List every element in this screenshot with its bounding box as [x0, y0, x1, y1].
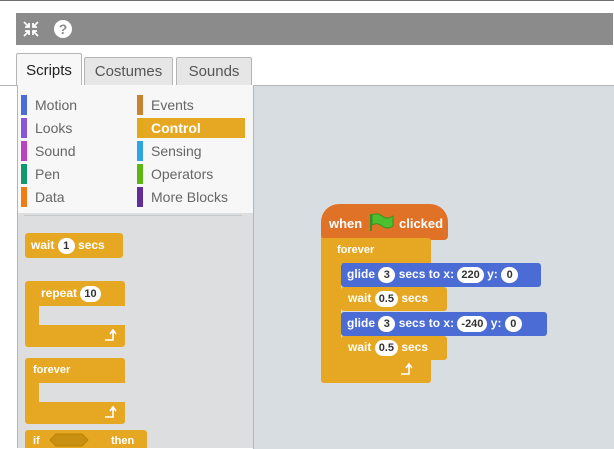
tab-label: Sounds	[188, 63, 240, 80]
repeat-block[interactable]: repeat 10	[25, 281, 125, 347]
block-label: forever	[33, 364, 71, 376]
block-label: wait	[31, 238, 55, 252]
wait-block[interactable]: wait 1 secs	[25, 233, 123, 258]
category-sound[interactable]: Sound	[21, 141, 121, 161]
block-label: y:	[487, 267, 498, 281]
forever-block[interactable]: forever	[321, 238, 431, 264]
condition-slot[interactable]	[49, 433, 89, 448]
block-label: when	[329, 216, 363, 231]
glide-seconds-input[interactable]: 3	[378, 267, 396, 283]
help-icon[interactable]: ?	[52, 18, 74, 40]
category-sensing[interactable]: Sensing	[137, 141, 247, 161]
glide-seconds-input[interactable]: 3	[378, 316, 396, 332]
category-label: Sound	[35, 143, 76, 159]
wait-block[interactable]: wait 0.5 secs	[341, 336, 447, 360]
block-arm	[25, 305, 39, 327]
glide-x-input[interactable]: 220	[457, 267, 484, 283]
category-color	[21, 95, 27, 115]
svg-text:?: ?	[59, 21, 68, 37]
block-label: then	[111, 435, 135, 447]
wait-block[interactable]: wait 0.5 secs	[341, 287, 447, 311]
block-label: glide	[347, 316, 376, 330]
category-events[interactable]: Events	[137, 95, 247, 115]
category-list: Motion Looks Sound Pen Data Events Contr…	[18, 85, 254, 213]
category-label: Looks	[35, 120, 73, 136]
green-flag-icon	[369, 212, 395, 235]
block-label: wait	[348, 291, 372, 305]
tabs-row: Scripts Costumes Sounds	[16, 45, 613, 86]
category-label: Pen	[35, 166, 60, 182]
forever-arm	[321, 262, 341, 358]
loop-arrow-icon	[103, 404, 117, 423]
glide-y-input[interactable]: 0	[501, 267, 519, 283]
block-label: wait	[348, 340, 372, 354]
block-label: if	[33, 435, 40, 447]
category-label: Sensing	[151, 143, 202, 159]
category-color	[21, 187, 27, 207]
category-label: Motion	[35, 97, 78, 113]
tab-label: Costumes	[94, 63, 163, 80]
block-label: secs to x:	[398, 267, 455, 281]
shrink-icon[interactable]	[20, 18, 42, 40]
category-color	[137, 141, 143, 161]
scripts-area[interactable]: when clicked forever glide 3 secs to x: …	[253, 85, 614, 449]
forever-block[interactable]: forever	[25, 358, 125, 424]
tab-scripts[interactable]: Scripts	[16, 53, 82, 86]
wait-seconds-input[interactable]: 0.5	[374, 340, 398, 356]
tab-label: Scripts	[26, 61, 72, 79]
glide-block[interactable]: glide 3 secs to x: -240 y: 0	[341, 312, 547, 336]
forever-footer	[321, 358, 431, 383]
category-label: Operators	[151, 166, 214, 182]
category-label: Events	[151, 97, 194, 113]
category-label: Data	[35, 189, 65, 205]
category-data[interactable]: Data	[21, 187, 121, 207]
tab-sounds[interactable]: Sounds	[176, 57, 252, 85]
block-footer	[25, 325, 125, 347]
top-toolbar: ?	[16, 13, 613, 45]
loop-arrow-icon	[399, 361, 413, 380]
block-label: secs	[401, 340, 429, 354]
category-motion[interactable]: Motion	[21, 95, 121, 115]
category-pen[interactable]: Pen	[21, 164, 121, 184]
category-color	[137, 187, 143, 207]
category-color	[21, 164, 27, 184]
glide-block[interactable]: glide 3 secs to x: 220 y: 0	[341, 263, 541, 287]
category-color	[21, 118, 27, 138]
wait-seconds-input[interactable]: 1	[57, 238, 75, 254]
loop-arrow-icon	[103, 327, 117, 346]
category-looks[interactable]: Looks	[21, 118, 121, 138]
block-label: y:	[490, 316, 502, 330]
block-label: forever	[337, 244, 375, 256]
category-separator	[24, 215, 242, 216]
category-control[interactable]: Control	[137, 118, 245, 138]
category-color	[137, 164, 143, 184]
block-label: glide	[347, 267, 376, 281]
block-label: secs to x:	[398, 316, 455, 330]
if-then-block[interactable]: if then	[25, 430, 147, 448]
category-label: More Blocks	[151, 189, 229, 205]
category-label: Control	[151, 120, 201, 136]
block-label: secs	[78, 238, 105, 252]
category-more-blocks[interactable]: More Blocks	[137, 187, 249, 207]
block-label: secs	[401, 291, 429, 305]
when-flag-clicked-block[interactable]: when clicked	[321, 204, 448, 240]
glide-x-input[interactable]: -240	[457, 316, 488, 332]
block-palette: Motion Looks Sound Pen Data Events Contr…	[17, 85, 254, 448]
glide-y-input[interactable]: 0	[504, 316, 522, 332]
category-color	[137, 118, 143, 138]
category-operators[interactable]: Operators	[137, 164, 247, 184]
block-label: clicked	[399, 216, 444, 231]
tab-costumes[interactable]: Costumes	[84, 57, 173, 85]
category-color	[137, 95, 143, 115]
block-footer	[25, 402, 125, 424]
scratch-editor: ? Scripts Costumes Sounds Motion Looks S…	[0, 0, 614, 449]
block-arm	[25, 382, 39, 404]
block-label: repeat	[41, 286, 78, 300]
repeat-count-input[interactable]: 10	[80, 286, 101, 302]
category-color	[21, 141, 27, 161]
wait-seconds-input[interactable]: 0.5	[374, 291, 398, 307]
